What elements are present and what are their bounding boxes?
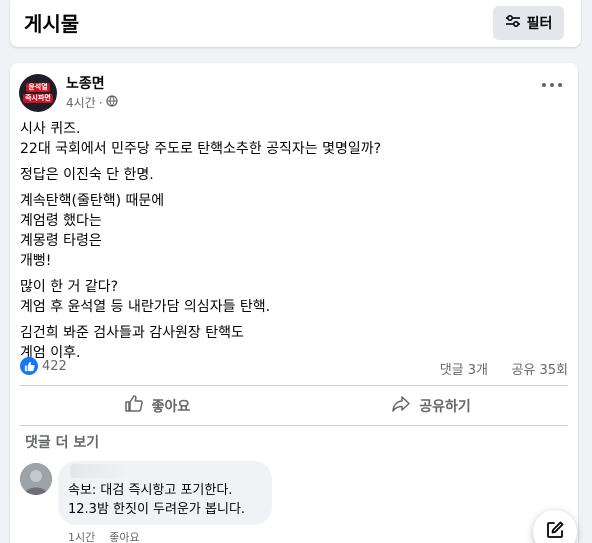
post-line: 계몽령 타령은: [20, 233, 102, 249]
post-stats: 422 댓글 3개 공유 35회: [20, 357, 568, 381]
commenter-name-redacted: [70, 464, 130, 478]
comments-count-link[interactable]: 댓글 3개: [440, 359, 488, 378]
like-button[interactable]: 좋아요: [20, 389, 294, 423]
share-arrow-icon: [391, 394, 411, 418]
commenter-avatar[interactable]: [20, 463, 52, 495]
comment-line: 12.3밤 한짓이 두려운가 봅니다.: [68, 502, 246, 517]
post-line: 많이 한 거 같다?: [20, 279, 119, 295]
comment-bubble: 속보: 대검 즉시항고 포기한다. 12.3밤 한짓이 두려운가 봅니다.: [58, 461, 272, 525]
avatar-badge-top: 윤석열: [26, 83, 50, 92]
globe-icon: [105, 95, 118, 110]
avatar-badge-bottom: 즉시파면: [23, 94, 53, 103]
filter-label: 필터: [526, 16, 553, 32]
comment-text: 속보: 대검 즉시항고 포기한다. 12.3밤 한짓이 두려운가 봅니다.: [68, 481, 245, 519]
comment-time[interactable]: 1시간: [68, 529, 95, 543]
post-line: 계엄 후 윤석열 등 내란가담 의심자들 탄핵.: [20, 299, 271, 315]
view-more-comments-link[interactable]: 댓글 더 보기: [25, 432, 99, 452]
like-reaction-icon: [20, 357, 38, 375]
post-paragraph: 정답은 이진숙 단 한명.: [20, 165, 560, 185]
comment-line: 속보: 대검 즉시항고 포기한다.: [68, 483, 233, 498]
compose-icon: [545, 520, 565, 543]
filter-sliders-icon: [505, 14, 521, 32]
post-time[interactable]: 4시간: [66, 94, 96, 111]
post-line: 계속탄핵(줄탄핵) 때문에: [20, 193, 165, 209]
post-paragraph: 시사 퀴즈. 22대 국회에서 민주당 주도로 탄핵소추한 공직자는 몇명일까?: [20, 119, 560, 159]
post-line: 시사 퀴즈.: [20, 121, 81, 137]
page-title: 게시물: [24, 12, 80, 36]
share-label: 공유하기: [419, 399, 471, 415]
like-label: 좋아요: [151, 399, 191, 415]
post-line: 김건희 봐준 검사들과 감사원장 탄핵도: [20, 325, 244, 341]
comment-footer: 1시간 좋아요: [68, 529, 140, 543]
feed-header: 게시물 필터: [10, 0, 581, 47]
post-paragraph: 많이 한 거 같다? 계엄 후 윤석열 등 내란가담 의심자들 탄핵.: [20, 277, 560, 317]
author-avatar[interactable]: 윤석열 즉시파면: [19, 74, 57, 112]
author-name[interactable]: 노종면: [66, 73, 105, 93]
divider: [20, 425, 568, 426]
post-line: 22대 국회에서 민주당 주도로 탄핵소추한 공직자는 몇명일까?: [20, 141, 382, 157]
more-options-icon[interactable]: [542, 81, 562, 89]
like-count: 422: [42, 358, 67, 374]
reactions-summary[interactable]: 422: [20, 357, 67, 375]
thumbs-up-icon: [124, 394, 144, 418]
shares-count-link[interactable]: 공유 35회: [511, 359, 568, 378]
post-body: 시사 퀴즈. 22대 국회에서 민주당 주도로 탄핵소추한 공직자는 몇명일까?…: [20, 119, 560, 369]
post-line: 정답은 이진숙 단 한명.: [20, 167, 154, 183]
separator-dot: ·: [98, 95, 103, 110]
post-card: 윤석열 즉시파면 노종면 4시간 · 시사 퀴즈. 22대 국회에서 민주당 주…: [10, 63, 578, 543]
post-actions: 좋아요 공유하기: [20, 389, 568, 423]
post-paragraph: 계속탄핵(줄탄핵) 때문에 계엄령 했다는 계몽령 타령은 개뻥!: [20, 191, 560, 271]
post-line: 계엄령 했다는: [20, 213, 102, 229]
comment-like-button[interactable]: 좋아요: [109, 529, 139, 543]
divider: [20, 385, 568, 386]
filter-button[interactable]: 필터: [493, 6, 564, 40]
post-meta: 4시간 ·: [66, 94, 118, 111]
post-line: 개뻥!: [20, 253, 52, 269]
share-button[interactable]: 공유하기: [294, 389, 568, 423]
